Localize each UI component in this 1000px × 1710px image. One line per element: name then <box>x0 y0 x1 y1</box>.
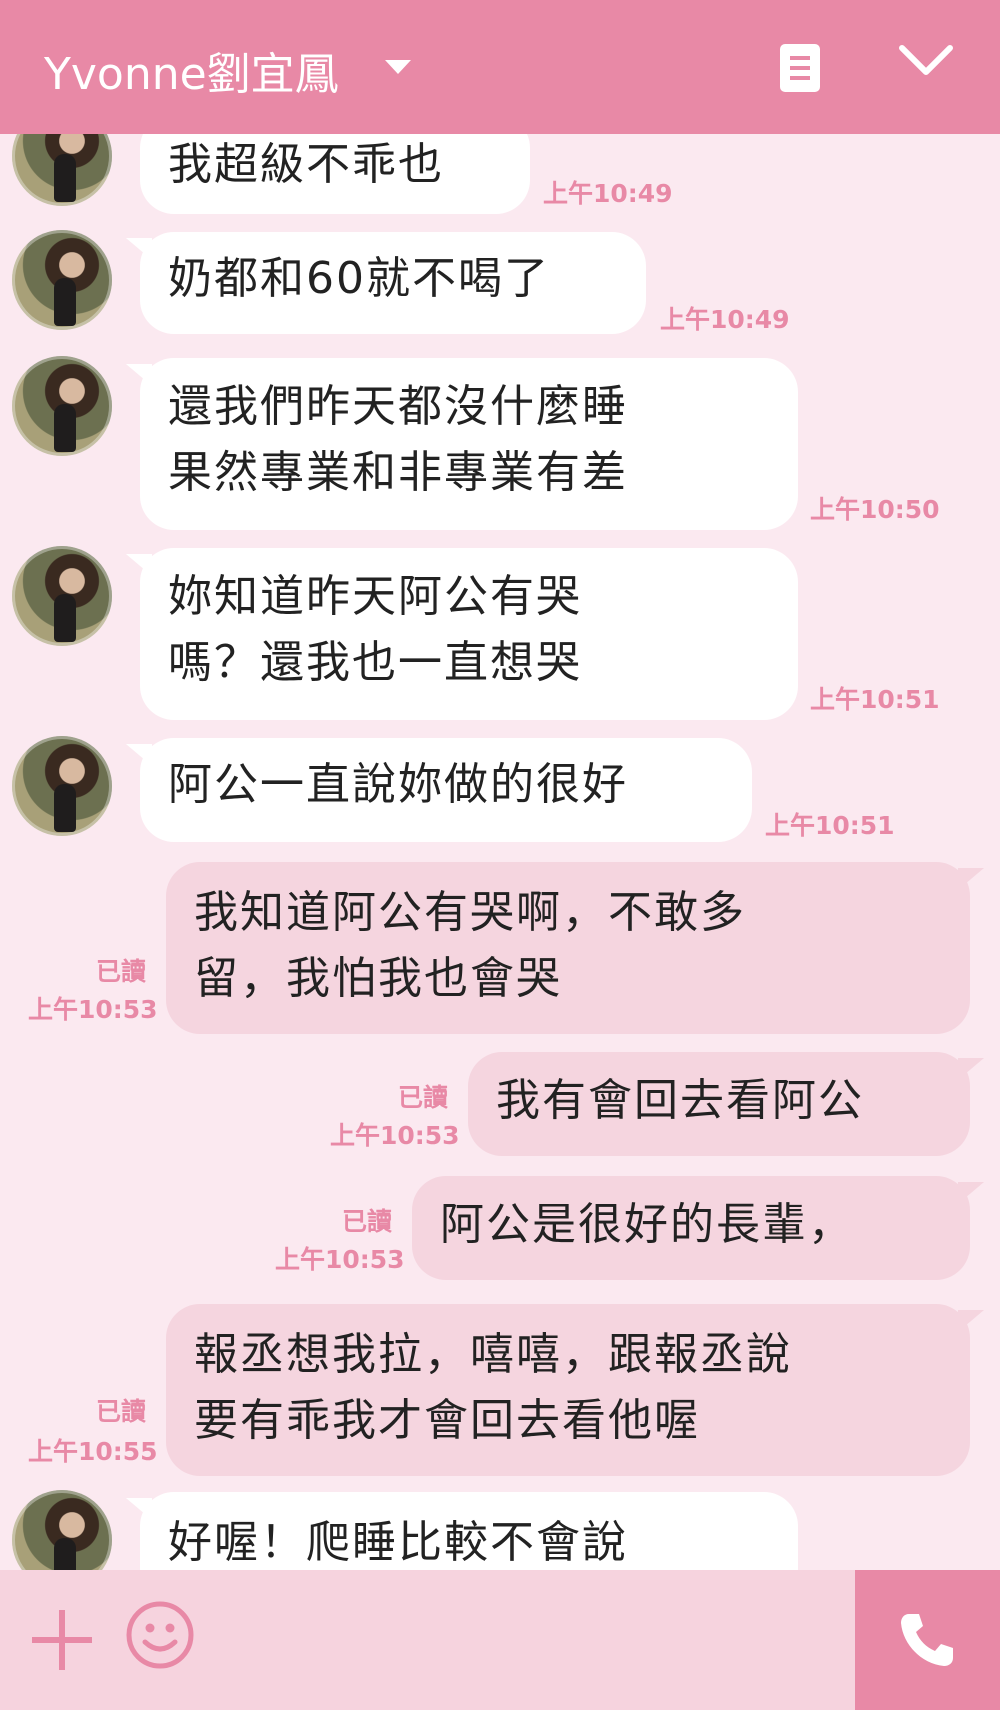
read-status: 已讀 <box>96 1397 147 1426</box>
message-line: 嗎？還我也一直想哭 <box>168 637 582 688</box>
message-line: 妳知道昨天阿公有哭 <box>168 571 582 622</box>
dropdown-caret-icon[interactable] <box>385 60 411 74</box>
message-line: 我超級不乖也 <box>168 139 444 190</box>
message-line: 要有乖我才會回去看他喔 <box>194 1395 700 1446</box>
avatar[interactable] <box>12 1490 112 1570</box>
message-time: 上午10:53 <box>275 1245 405 1274</box>
chat-header: Yvonne劉宜鳳 <box>0 0 1000 134</box>
message-bubble[interactable]: 我有會回去看阿公 <box>468 1052 984 1156</box>
avatar[interactable] <box>12 736 112 836</box>
avatar[interactable] <box>12 356 112 456</box>
read-status: 已讀 <box>342 1207 393 1236</box>
message-line: 我有會回去看阿公 <box>496 1075 864 1126</box>
chevron-down-icon[interactable] <box>898 42 954 82</box>
avatar[interactable] <box>12 134 112 206</box>
message-line: 阿公一直說妳做的很好 <box>168 759 628 810</box>
message-line: 好喔！爬睡比較不會說 <box>168 1517 628 1568</box>
message-line: 還我們昨天都沒什麼睡 <box>168 381 628 432</box>
message-time: 上午10:51 <box>765 811 895 840</box>
call-button[interactable] <box>855 1570 1000 1710</box>
message-bubble[interactable]: 奶都和60就不喝了 <box>126 232 646 334</box>
message-time: 上午10:53 <box>330 1121 460 1150</box>
message-bubble[interactable]: 好喔！爬睡比較不會說 <box>126 1492 798 1570</box>
phone-icon <box>901 1614 953 1666</box>
smile-icon[interactable] <box>125 1600 195 1670</box>
message-time: 上午10:49 <box>660 305 790 334</box>
menu-icon[interactable] <box>780 44 820 92</box>
message-bubble[interactable]: 報丞想我拉，嘻嘻，跟報丞說 要有乖我才會回去看他喔 <box>166 1304 984 1476</box>
message-line: 奶都和60就不喝了 <box>168 253 550 304</box>
avatar[interactable] <box>12 230 112 330</box>
message-bubble[interactable]: 阿公是很好的長輩， <box>412 1176 984 1280</box>
plus-icon[interactable] <box>32 1610 92 1670</box>
message-line: 阿公是很好的長輩， <box>440 1199 854 1250</box>
message-time: 上午10:51 <box>810 685 940 714</box>
message-time: 上午10:55 <box>28 1437 158 1466</box>
message-bubble[interactable]: 我超級不乖也 <box>126 134 530 214</box>
chat-area[interactable]: 我超級不乖也 上午10:49 奶都和60就不喝了 上午10:49 還我們昨天都沒… <box>0 134 1000 1570</box>
read-status: 已讀 <box>398 1083 449 1112</box>
avatar[interactable] <box>12 546 112 646</box>
message-time: 上午10:53 <box>28 995 158 1024</box>
message-time: 上午10:50 <box>810 495 940 524</box>
read-status: 已讀 <box>96 957 147 986</box>
chat-title[interactable]: Yvonne劉宜鳳 <box>44 38 339 102</box>
message-bubble[interactable]: 阿公一直說妳做的很好 <box>126 738 752 842</box>
input-bar <box>0 1570 1000 1710</box>
message-bubble[interactable]: 妳知道昨天阿公有哭 嗎？還我也一直想哭 <box>126 548 798 720</box>
message-bubble[interactable]: 還我們昨天都沒什麼睡 果然專業和非專業有差 <box>126 358 798 530</box>
message-line: 我知道阿公有哭啊，不敢多 <box>194 887 746 938</box>
message-line: 報丞想我拉，嘻嘻，跟報丞說 <box>194 1329 792 1380</box>
message-bubble[interactable]: 我知道阿公有哭啊，不敢多 留，我怕我也會哭 <box>166 862 984 1034</box>
message-line: 留，我怕我也會哭 <box>194 953 562 1004</box>
message-line: 果然專業和非專業有差 <box>168 447 628 498</box>
message-time: 上午10:49 <box>543 179 673 208</box>
